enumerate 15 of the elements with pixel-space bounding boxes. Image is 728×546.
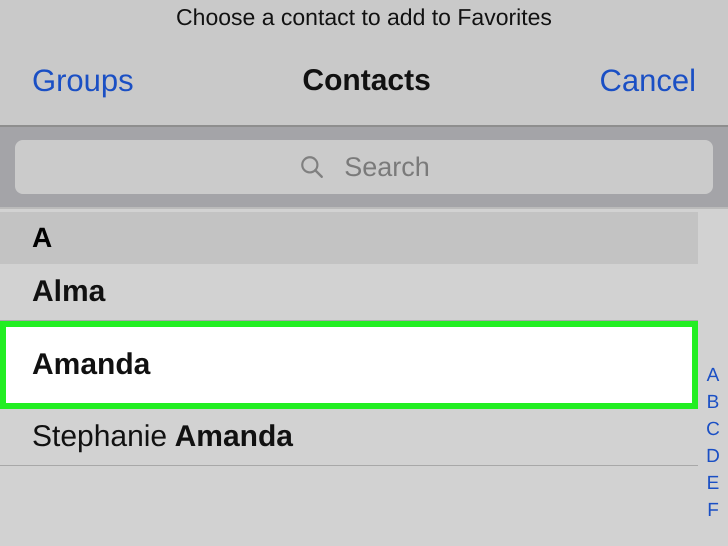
contact-row[interactable]: Stephanie Amanda (0, 409, 698, 466)
cancel-link[interactable]: Cancel (600, 63, 696, 99)
index-letter[interactable]: C (706, 416, 720, 443)
index-letter[interactable]: B (706, 389, 720, 416)
contact-row[interactable]: Amanda (0, 321, 698, 409)
nav-title: Contacts (302, 64, 431, 98)
index-letter[interactable]: D (706, 443, 720, 470)
prompt-text: Choose a contact to add to Favorites (175, 3, 553, 31)
search-field[interactable]: Search (15, 140, 713, 194)
index-letter[interactable]: E (706, 470, 720, 497)
index-letter[interactable]: F (707, 497, 719, 524)
section-header: A (0, 212, 698, 264)
index-letter[interactable]: A (706, 362, 720, 389)
search-icon (299, 154, 325, 180)
groups-link[interactable]: Groups (32, 63, 134, 99)
